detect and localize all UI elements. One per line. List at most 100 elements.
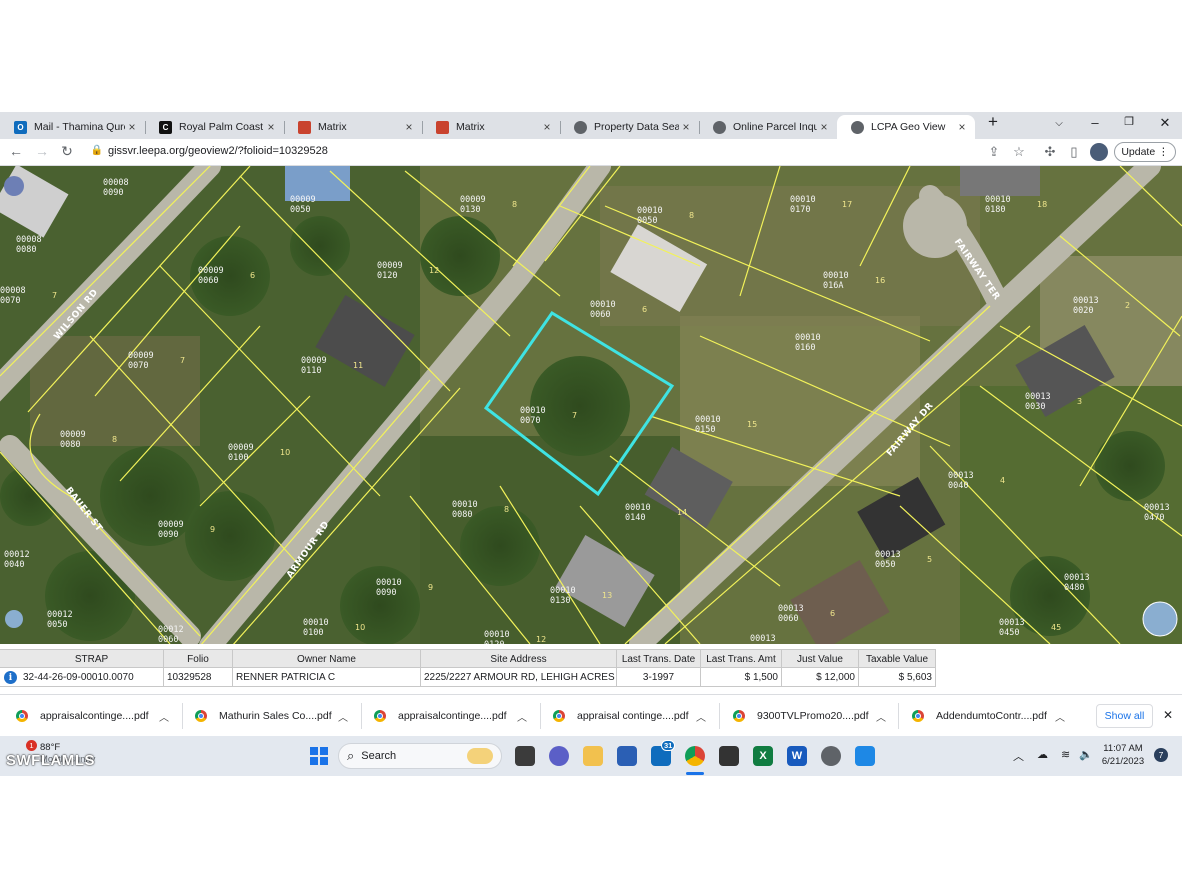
close-icon[interactable]: ×	[125, 120, 139, 134]
parcel-label: 00010	[637, 206, 663, 216]
task-view-icon[interactable]	[515, 746, 535, 766]
parcel-label: 0090	[158, 530, 178, 540]
tab-mail[interactable]: O Mail - Thamina Qures ×	[0, 115, 145, 139]
parcel-label: 0480	[1064, 583, 1084, 593]
reload-icon[interactable]: ↻	[57, 143, 77, 160]
clock-date: 6/21/2023	[1101, 756, 1145, 767]
parcel-label: 0100	[303, 628, 323, 638]
header-last-trans-date[interactable]: Last Trans. Date	[617, 650, 701, 668]
download-filename: appraisalcontinge....pdf	[398, 710, 507, 722]
side-panel-icon[interactable]: ▯	[1065, 144, 1083, 160]
profile-avatar-icon[interactable]	[1090, 143, 1108, 161]
parcel-map[interactable]: 00008 0090 00009 0050 00009 0130 8 00010 0050 8 00…	[0, 166, 1182, 644]
parcel-label: 00010	[550, 586, 576, 596]
bookmark-star-icon[interactable]: ☆	[1010, 144, 1028, 160]
chevron-up-icon[interactable]: ︿	[159, 709, 169, 724]
settings-gear-icon[interactable]	[821, 746, 841, 766]
word-icon[interactable]: W	[787, 746, 807, 766]
close-icon[interactable]: ×	[817, 120, 831, 134]
browser-screen: O Mail - Thamina Qures × C Royal Palm Co…	[0, 112, 1182, 776]
download-item[interactable]: appraisalcontinge....pdf ︿	[374, 706, 527, 726]
cell-strap: 32-44-26-09-00010.0070	[20, 668, 164, 687]
parcel-label: 0110	[301, 366, 321, 376]
address-bar[interactable]: gissvr.leepa.org/geoview2/?folioid=10329…	[108, 145, 328, 157]
header-taxable-value[interactable]: Taxable Value	[859, 650, 936, 668]
windows-start-icon[interactable]	[309, 746, 329, 766]
wifi-icon[interactable]: ≋	[1061, 748, 1070, 761]
parcel-label: 0060	[158, 635, 178, 644]
parcel-label: 00013	[1144, 503, 1170, 513]
tab-online-parcel-inquiry[interactable]: Online Parcel Inquiry ×	[699, 115, 837, 139]
parcel-label: 0050	[637, 216, 657, 226]
tab-matrix-2[interactable]: Matrix ×	[422, 115, 560, 139]
header-folio[interactable]: Folio	[164, 650, 233, 668]
chevron-up-icon[interactable]: ︿	[696, 709, 706, 724]
grid-header-row: STRAP Folio Owner Name Site Address Last…	[0, 649, 936, 668]
microsoft-store-icon[interactable]	[617, 746, 637, 766]
taskbar-search-box[interactable]: ⌕ Search	[338, 743, 502, 769]
mail-badge: 31	[661, 740, 676, 751]
show-all-button[interactable]: Show all	[1096, 704, 1153, 728]
header-last-trans-amt[interactable]: Last Trans. Amt	[701, 650, 782, 668]
table-row[interactable]: 32-44-26-09-00010.0070 10329528 RENNER P…	[0, 668, 936, 687]
chevron-up-icon[interactable]: ︿	[517, 709, 527, 724]
parcel-label: 00010	[795, 333, 821, 343]
download-item[interactable]: 9300TVLPromo20....pdf ︿	[733, 706, 886, 726]
close-icon[interactable]: ×	[679, 120, 693, 134]
back-arrow-icon[interactable]: ←	[6, 143, 26, 159]
system-clock[interactable]: 11:07 AM 6/21/2023	[1098, 742, 1148, 768]
volume-icon[interactable]: 🔈	[1079, 748, 1093, 761]
lock-icon: 🔒	[90, 145, 104, 156]
close-icon[interactable]: ×	[264, 120, 278, 134]
excel-icon[interactable]: X	[753, 746, 773, 766]
download-item[interactable]: appraisalcontinge....pdf ︿	[16, 706, 169, 726]
download-filename: AddendumtoContr....pdf	[936, 710, 1047, 722]
tab-matrix-1[interactable]: Matrix ×	[284, 115, 422, 139]
parcel-label: 00010	[823, 271, 849, 281]
teams-chat-icon[interactable]	[549, 746, 569, 766]
photos-icon[interactable]	[855, 746, 875, 766]
notification-badge[interactable]: 7	[1154, 748, 1168, 762]
tab-royal-palm[interactable]: C Royal Palm Coast REA ×	[145, 115, 284, 139]
close-icon[interactable]: ×	[955, 120, 969, 134]
tab-search-chevron-icon[interactable]: ⌵	[1044, 118, 1074, 129]
close-downloads-icon[interactable]: ✕	[1163, 708, 1173, 722]
lot-number: 2	[1125, 301, 1130, 310]
parcel-label: 00013	[1064, 573, 1090, 583]
share-icon[interactable]: ⇪	[985, 144, 1003, 160]
terminal-icon[interactable]	[719, 746, 739, 766]
parcel-label: 0100	[228, 453, 248, 463]
minimize-icon[interactable]: –	[1080, 115, 1110, 130]
header-strap[interactable]: STRAP	[20, 650, 164, 668]
chevron-up-icon[interactable]: ︿	[876, 709, 886, 724]
update-button[interactable]: Update ⋮	[1114, 142, 1176, 162]
download-item[interactable]: Mathurin Sales Co....pdf ︿	[195, 706, 348, 726]
parcel-label: 00010	[695, 415, 721, 425]
new-tab-button[interactable]: +	[978, 112, 1008, 132]
close-icon[interactable]: ×	[540, 120, 554, 134]
download-item[interactable]: AddendumtoContr....pdf ︿	[912, 706, 1065, 726]
restore-icon[interactable]: ❐	[1114, 115, 1144, 128]
chevron-up-icon[interactable]: ︿	[1055, 709, 1065, 724]
download-item[interactable]: appraisal continge....pdf ︿	[553, 706, 706, 726]
onedrive-cloud-icon[interactable]: ☁	[1037, 748, 1048, 761]
cell-last-trans-date: 3-1997	[617, 668, 701, 687]
forward-arrow-icon[interactable]: →	[32, 143, 52, 159]
tab-property-data-search[interactable]: Property Data Search ×	[560, 115, 699, 139]
window-close-icon[interactable]: ✕	[1150, 115, 1180, 131]
extensions-puzzle-icon[interactable]: ✣	[1041, 144, 1059, 160]
header-just-value[interactable]: Just Value	[782, 650, 859, 668]
mail-icon[interactable]: 31	[651, 740, 676, 766]
header-site-address[interactable]: Site Address	[421, 650, 617, 668]
file-explorer-icon[interactable]	[583, 746, 603, 766]
header-owner-name[interactable]: Owner Name	[233, 650, 421, 668]
chrome-icon	[16, 710, 28, 722]
parcel-label: 00008	[103, 178, 129, 188]
tab-lcpa-geo-view[interactable]: LCPA Geo View ×	[837, 115, 975, 139]
close-icon[interactable]: ×	[402, 120, 416, 134]
tab-label: Mail - Thamina Qures	[34, 121, 125, 133]
chrome-taskbar-icon[interactable]	[685, 746, 705, 766]
chevron-up-icon[interactable]: ︿	[338, 709, 348, 724]
lot-number: 13	[602, 591, 612, 600]
tray-chevron-up-icon[interactable]: ︿	[1013, 748, 1024, 764]
